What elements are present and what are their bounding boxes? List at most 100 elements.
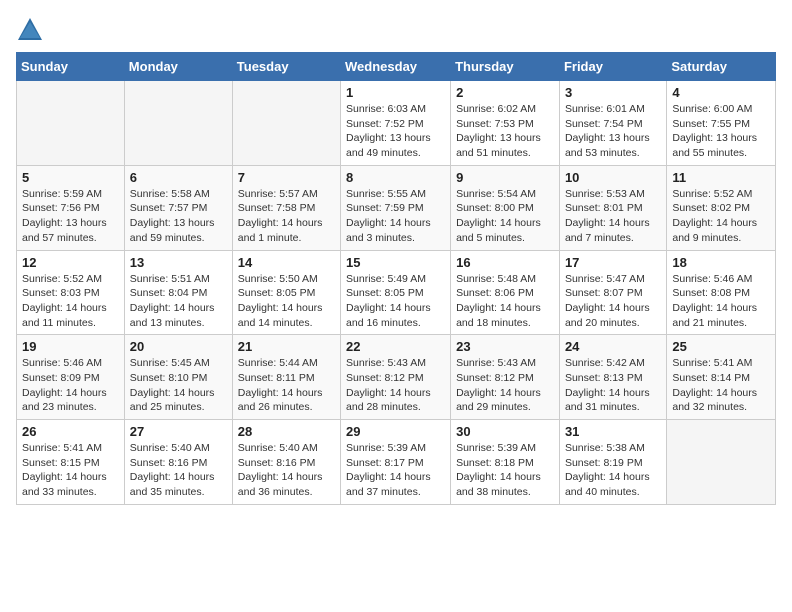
calendar-cell: 28 Sunrise: 5:40 AM Sunset: 8:16 PM Dayli… <box>232 420 340 505</box>
day-number: 1 <box>346 85 445 100</box>
calendar-cell: 16 Sunrise: 5:48 AM Sunset: 8:06 PM Dayli… <box>451 250 560 335</box>
day-header-thursday: Thursday <box>451 53 560 81</box>
day-info: Sunrise: 5:46 AM Sunset: 8:09 PM Dayligh… <box>22 356 119 415</box>
logo-icon <box>16 16 44 44</box>
calendar-week-row: 19 Sunrise: 5:46 AM Sunset: 8:09 PM Dayli… <box>17 335 776 420</box>
day-header-sunday: Sunday <box>17 53 125 81</box>
day-info: Sunrise: 5:52 AM Sunset: 8:02 PM Dayligh… <box>672 187 770 246</box>
day-info: Sunrise: 5:59 AM Sunset: 7:56 PM Dayligh… <box>22 187 119 246</box>
day-number: 31 <box>565 424 661 439</box>
calendar-cell: 8 Sunrise: 5:55 AM Sunset: 7:59 PM Daylig… <box>341 165 451 250</box>
calendar-cell <box>124 81 232 166</box>
calendar-cell: 11 Sunrise: 5:52 AM Sunset: 8:02 PM Dayli… <box>667 165 776 250</box>
day-number: 15 <box>346 255 445 270</box>
calendar-cell: 6 Sunrise: 5:58 AM Sunset: 7:57 PM Daylig… <box>124 165 232 250</box>
day-info: Sunrise: 5:49 AM Sunset: 8:05 PM Dayligh… <box>346 272 445 331</box>
calendar-week-row: 26Sunrise: 5:41 AM Sunset: 8:15 PM Dayli… <box>17 420 776 505</box>
day-number: 3 <box>565 85 661 100</box>
calendar-cell <box>667 420 776 505</box>
calendar-week-row: 5 Sunrise: 5:59 AM Sunset: 7:56 PM Daylig… <box>17 165 776 250</box>
day-number: 6 <box>130 170 227 185</box>
day-info: Sunrise: 6:03 AM Sunset: 7:52 PM Dayligh… <box>346 102 445 161</box>
day-number: 19 <box>22 339 119 354</box>
day-number: 22 <box>346 339 445 354</box>
day-number: 13 <box>130 255 227 270</box>
day-info: Sunrise: 5:48 AM Sunset: 8:06 PM Dayligh… <box>456 272 554 331</box>
day-info: Sunrise: 5:43 AM Sunset: 8:12 PM Dayligh… <box>346 356 445 415</box>
day-info: Sunrise: 5:58 AM Sunset: 7:57 PM Dayligh… <box>130 187 227 246</box>
day-number: 27 <box>130 424 227 439</box>
day-number: 7 <box>238 170 335 185</box>
calendar-cell: 23 Sunrise: 5:43 AM Sunset: 8:12 PM Dayli… <box>451 335 560 420</box>
day-number: 2 <box>456 85 554 100</box>
day-info: Sunrise: 5:41 AM Sunset: 8:15 PM Dayligh… <box>22 441 119 500</box>
calendar-cell <box>232 81 340 166</box>
day-info: Sunrise: 5:41 AM Sunset: 8:14 PM Dayligh… <box>672 356 770 415</box>
day-info: Sunrise: 5:50 AM Sunset: 8:05 PM Dayligh… <box>238 272 335 331</box>
day-number: 18 <box>672 255 770 270</box>
calendar-cell: 14 Sunrise: 5:50 AM Sunset: 8:05 PM Dayli… <box>232 250 340 335</box>
day-number: 28 <box>238 424 335 439</box>
day-number: 17 <box>565 255 661 270</box>
calendar-cell: 9 Sunrise: 5:54 AM Sunset: 8:00 PM Daylig… <box>451 165 560 250</box>
calendar-cell: 10Sunrise: 5:53 AM Sunset: 8:01 PM Dayli… <box>559 165 666 250</box>
calendar-table: SundayMondayTuesdayWednesdayThursdayFrid… <box>16 52 776 505</box>
day-header-monday: Monday <box>124 53 232 81</box>
day-info: Sunrise: 5:46 AM Sunset: 8:08 PM Dayligh… <box>672 272 770 331</box>
calendar-cell: 25 Sunrise: 5:41 AM Sunset: 8:14 PM Dayli… <box>667 335 776 420</box>
day-info: Sunrise: 5:55 AM Sunset: 7:59 PM Dayligh… <box>346 187 445 246</box>
calendar-header-row: SundayMondayTuesdayWednesdayThursdayFrid… <box>17 53 776 81</box>
day-number: 29 <box>346 424 445 439</box>
day-info: Sunrise: 5:54 AM Sunset: 8:00 PM Dayligh… <box>456 187 554 246</box>
page-header <box>16 16 776 44</box>
day-number: 4 <box>672 85 770 100</box>
calendar-cell: 4 Sunrise: 6:00 AM Sunset: 7:55 PM Daylig… <box>667 81 776 166</box>
day-info: Sunrise: 6:02 AM Sunset: 7:53 PM Dayligh… <box>456 102 554 161</box>
day-number: 14 <box>238 255 335 270</box>
day-number: 9 <box>456 170 554 185</box>
day-number: 12 <box>22 255 119 270</box>
calendar-week-row: 1 Sunrise: 6:03 AM Sunset: 7:52 PM Daylig… <box>17 81 776 166</box>
logo <box>16 16 46 44</box>
day-number: 11 <box>672 170 770 185</box>
day-info: Sunrise: 5:52 AM Sunset: 8:03 PM Dayligh… <box>22 272 119 331</box>
calendar-cell: 3 Sunrise: 6:01 AM Sunset: 7:54 PM Daylig… <box>559 81 666 166</box>
day-info: Sunrise: 5:43 AM Sunset: 8:12 PM Dayligh… <box>456 356 554 415</box>
calendar-cell: 12 Sunrise: 5:52 AM Sunset: 8:03 PM Dayli… <box>17 250 125 335</box>
day-header-saturday: Saturday <box>667 53 776 81</box>
day-info: Sunrise: 5:40 AM Sunset: 8:16 PM Dayligh… <box>130 441 227 500</box>
day-number: 23 <box>456 339 554 354</box>
calendar-cell: 2 Sunrise: 6:02 AM Sunset: 7:53 PM Daylig… <box>451 81 560 166</box>
day-info: Sunrise: 5:45 AM Sunset: 8:10 PM Dayligh… <box>130 356 227 415</box>
day-number: 24 <box>565 339 661 354</box>
calendar-week-row: 12 Sunrise: 5:52 AM Sunset: 8:03 PM Dayli… <box>17 250 776 335</box>
day-number: 21 <box>238 339 335 354</box>
calendar-cell <box>17 81 125 166</box>
calendar-cell: 18 Sunrise: 5:46 AM Sunset: 8:08 PM Dayli… <box>667 250 776 335</box>
day-number: 20 <box>130 339 227 354</box>
day-info: Sunrise: 5:40 AM Sunset: 8:16 PM Dayligh… <box>238 441 335 500</box>
day-info: Sunrise: 5:39 AM Sunset: 8:17 PM Dayligh… <box>346 441 445 500</box>
day-header-friday: Friday <box>559 53 666 81</box>
day-info: Sunrise: 6:01 AM Sunset: 7:54 PM Dayligh… <box>565 102 661 161</box>
calendar-cell: 17Sunrise: 5:47 AM Sunset: 8:07 PM Dayli… <box>559 250 666 335</box>
calendar-cell: 13 Sunrise: 5:51 AM Sunset: 8:04 PM Dayli… <box>124 250 232 335</box>
day-number: 5 <box>22 170 119 185</box>
calendar-cell: 30Sunrise: 5:39 AM Sunset: 8:18 PM Dayli… <box>451 420 560 505</box>
day-info: Sunrise: 6:00 AM Sunset: 7:55 PM Dayligh… <box>672 102 770 161</box>
day-number: 8 <box>346 170 445 185</box>
calendar-cell: 24Sunrise: 5:42 AM Sunset: 8:13 PM Dayli… <box>559 335 666 420</box>
calendar-cell: 19 Sunrise: 5:46 AM Sunset: 8:09 PM Dayli… <box>17 335 125 420</box>
day-number: 25 <box>672 339 770 354</box>
day-info: Sunrise: 5:39 AM Sunset: 8:18 PM Dayligh… <box>456 441 554 500</box>
calendar-cell: 5 Sunrise: 5:59 AM Sunset: 7:56 PM Daylig… <box>17 165 125 250</box>
day-number: 16 <box>456 255 554 270</box>
calendar-cell: 26Sunrise: 5:41 AM Sunset: 8:15 PM Dayli… <box>17 420 125 505</box>
calendar-cell: 7Sunrise: 5:57 AM Sunset: 7:58 PM Daylig… <box>232 165 340 250</box>
day-info: Sunrise: 5:44 AM Sunset: 8:11 PM Dayligh… <box>238 356 335 415</box>
calendar-cell: 20 Sunrise: 5:45 AM Sunset: 8:10 PM Dayli… <box>124 335 232 420</box>
day-info: Sunrise: 5:51 AM Sunset: 8:04 PM Dayligh… <box>130 272 227 331</box>
day-info: Sunrise: 5:38 AM Sunset: 8:19 PM Dayligh… <box>565 441 661 500</box>
calendar-cell: 27 Sunrise: 5:40 AM Sunset: 8:16 PM Dayli… <box>124 420 232 505</box>
calendar-cell: 29 Sunrise: 5:39 AM Sunset: 8:17 PM Dayli… <box>341 420 451 505</box>
